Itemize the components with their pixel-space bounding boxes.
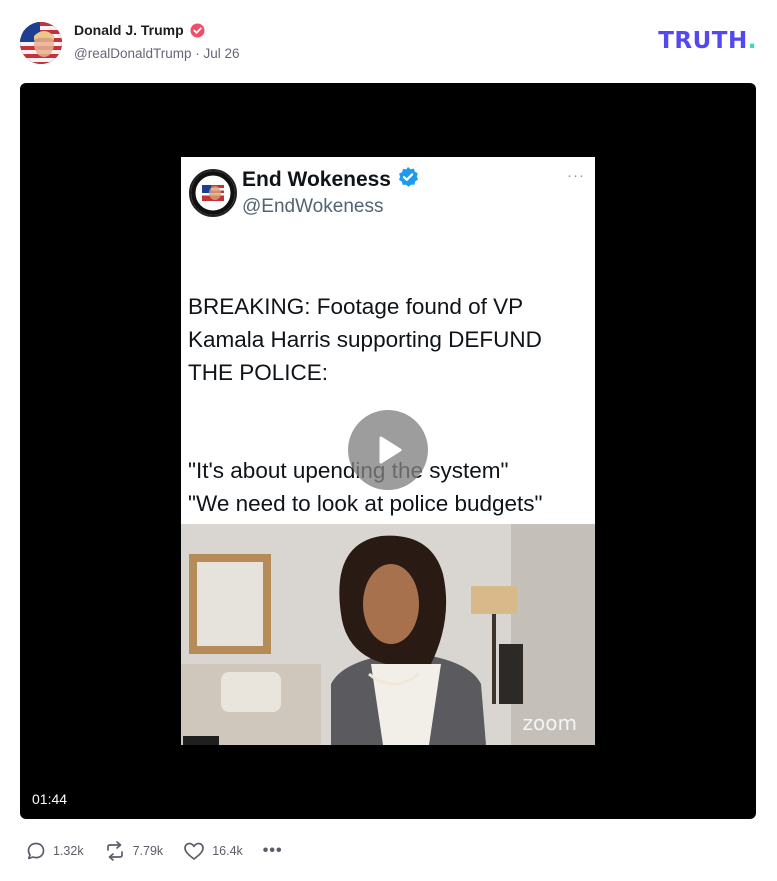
embedded-post-header: End Wokeness @EndWokeness ··· <box>181 157 595 227</box>
truth-logo[interactable]: TRUTH. <box>658 28 757 54</box>
author-handle[interactable]: @realDonaldTrump <box>74 46 192 61</box>
like-count: 16.4k <box>212 844 243 858</box>
post-actions: 1.32k 7.79k 16.4k ••• <box>26 840 283 862</box>
reply-button[interactable]: 1.32k <box>26 841 84 861</box>
post-header: Donald J. Trump @realDonaldTrump · Jul 2… <box>20 20 757 66</box>
meta-separator: · <box>195 46 200 61</box>
more-icon[interactable]: ••• <box>263 842 283 860</box>
reply-count: 1.32k <box>53 844 84 858</box>
author-name[interactable]: Donald J. Trump <box>74 22 184 38</box>
zoom-watermark: zoom <box>522 711 577 735</box>
embedded-avatar <box>189 169 237 217</box>
like-button[interactable]: 16.4k <box>183 841 243 861</box>
play-icon <box>379 436 402 464</box>
video-clip-image: zoom <box>181 524 595 745</box>
verified-badge-icon <box>190 23 205 38</box>
retruth-count: 7.79k <box>132 844 164 858</box>
embedded-handle: @EndWokeness <box>242 196 384 217</box>
embedded-author-name: End Wokeness <box>242 166 419 194</box>
logo-text: TRUTH <box>658 28 748 54</box>
embedded-paragraph-1: BREAKING: Footage found of VP Kamala Har… <box>188 294 542 385</box>
embedded-more-icon: ··· <box>567 167 585 184</box>
avatar[interactable] <box>20 22 62 64</box>
logo-dot: . <box>747 28 757 54</box>
video-player[interactable]: End Wokeness @EndWokeness ··· BREAKING: … <box>20 83 756 819</box>
like-icon <box>184 842 205 860</box>
embedded-verified-icon <box>397 166 419 194</box>
play-button[interactable] <box>348 410 428 490</box>
post-date[interactable]: Jul 26 <box>204 46 240 61</box>
reply-icon <box>27 842 45 860</box>
retruth-icon <box>106 841 123 861</box>
post-meta: @realDonaldTrump · Jul 26 <box>74 46 240 61</box>
retruth-button[interactable]: 7.79k <box>104 841 164 861</box>
embedded-name-text: End Wokeness <box>242 168 391 191</box>
video-duration: 01:44 <box>32 791 68 807</box>
